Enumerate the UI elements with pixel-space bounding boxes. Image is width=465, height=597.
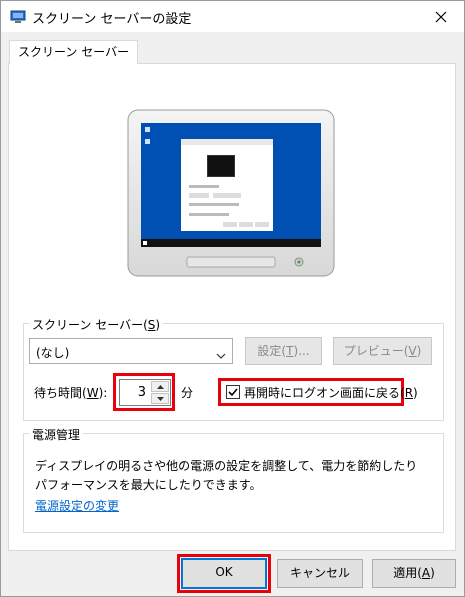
close-icon [435,11,447,22]
settings-button[interactable]: 設定(T)... [245,337,322,365]
title-bar: スクリーン セーバーの設定 [1,1,464,32]
cancel-button[interactable]: キャンセル [277,559,363,588]
chevron-down-icon [216,348,226,362]
wait-time-value: 3 [137,385,146,400]
arrow-down-icon [156,396,164,401]
apply-button[interactable]: 適用(A) [372,559,456,588]
screensaver-selected-value: (なし) [36,346,70,360]
monitor-preview [127,109,335,280]
screensaver-select[interactable]: (なし) [29,338,233,364]
screensaver-settings-dialog: スクリーン セーバーの設定 スクリーン セーバー スクリーン セーバー(S) (… [0,0,465,597]
screensaver-group-title: スクリーン セーバー(S) [29,316,164,333]
checkmark-icon [228,388,238,397]
window-title: スクリーン セーバーの設定 [32,12,192,27]
power-description: ディスプレイの明るさや他の電源の設定を調整して、電力を節約したり パフォーマンス… [35,459,418,492]
logon-checkbox[interactable] [226,385,240,399]
tab-screensaver[interactable]: スクリーン セーバー [9,40,139,64]
display-settings-icon [10,9,26,28]
power-management-title: 電源管理 [29,426,84,443]
wait-time-unit: 分 [181,386,194,400]
logon-checkbox-label[interactable]: 再開時にログオン画面に戻る(R) [244,384,418,401]
close-button[interactable] [418,1,464,32]
arrow-up-icon [156,384,164,389]
spin-up-button[interactable] [151,381,169,392]
preview-button[interactable]: プレビュー(V) [333,337,432,365]
spin-down-button[interactable] [151,393,169,404]
wait-time-spinner[interactable]: 3 [119,379,171,406]
wait-time-label: 待ち時間(W): [34,386,108,400]
power-settings-link[interactable]: 電源設定の変更 [35,497,119,514]
ok-button[interactable]: OK [181,558,267,589]
